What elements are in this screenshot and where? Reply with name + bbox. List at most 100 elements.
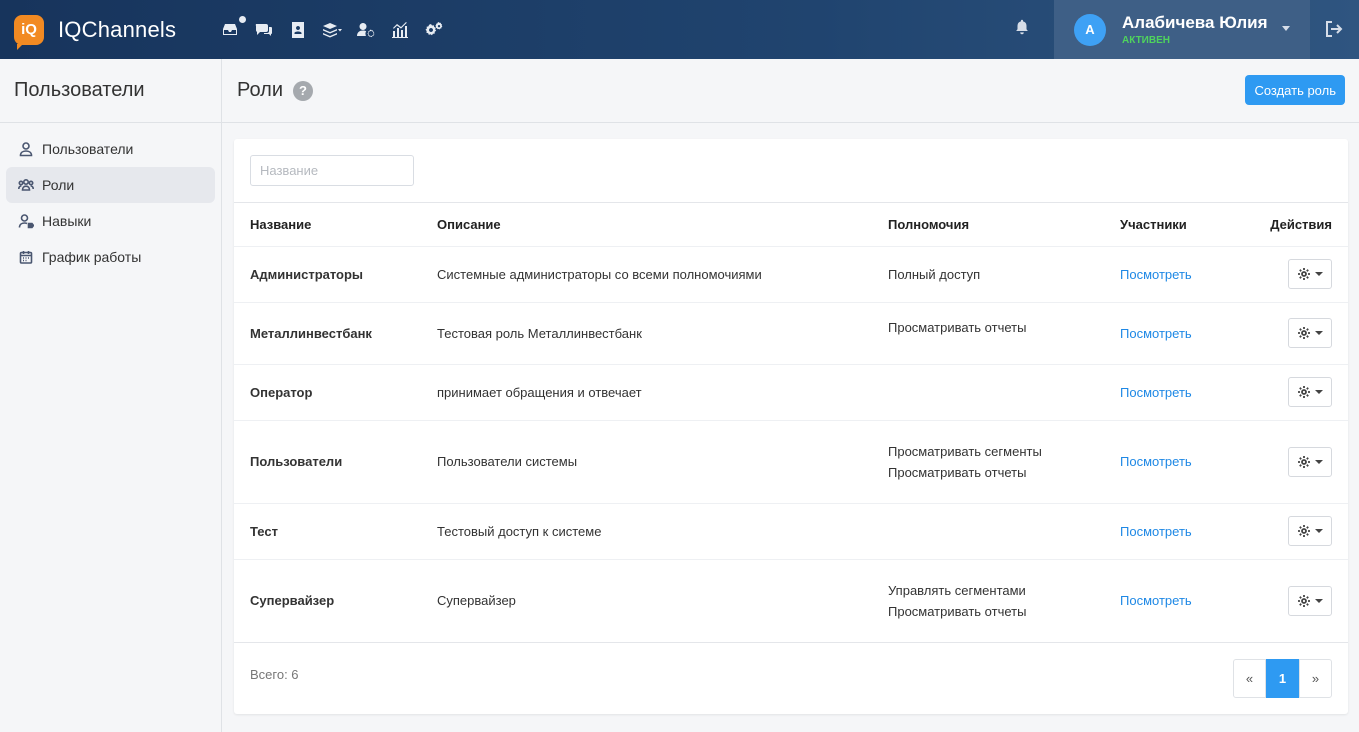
roles-table: Название Описание Полномочия Участники Д…	[234, 203, 1348, 643]
sidebar-item-roles[interactable]: Роли	[6, 167, 215, 203]
permission: Просматривать отчеты	[888, 319, 1027, 335]
pagination-prev[interactable]: «	[1233, 659, 1266, 698]
role-description: Тестовый доступ к системе	[421, 503, 872, 560]
column-description[interactable]: Описание	[421, 203, 872, 247]
analytics-icon[interactable]	[390, 20, 410, 40]
table-row: Супервайзер Супервайзер Управлять сегмен…	[234, 559, 1348, 643]
calendar-icon	[19, 251, 33, 264]
table-row: Оператор принимает обращения и отвечает …	[234, 364, 1348, 421]
view-members-link[interactable]: Посмотреть	[1120, 267, 1192, 282]
row-actions-button[interactable]	[1288, 516, 1332, 546]
sidebar: Пользователи Пользователи Роли Навыки Гр…	[0, 59, 222, 732]
chevron-down-icon	[1315, 272, 1323, 276]
users-settings-icon[interactable]	[356, 20, 376, 40]
gear-icon	[1298, 594, 1310, 607]
user-menu[interactable]: А Алабичева Юлия АКТИВЕН	[1054, 0, 1310, 59]
pagination: « 1 »	[1233, 659, 1332, 698]
logo-badge: iQ	[14, 14, 44, 50]
column-permissions[interactable]: Полномочия	[872, 203, 1104, 247]
avatar: А	[1074, 13, 1106, 46]
page-title: Роли	[237, 79, 283, 101]
role-name: Тест	[234, 503, 421, 560]
view-members-link[interactable]: Посмотреть	[1120, 524, 1192, 539]
permission: Полный доступ	[888, 266, 981, 282]
row-actions-button[interactable]	[1288, 585, 1332, 616]
user-status: АКТИВЕН	[1122, 35, 1170, 46]
gear-icon	[1298, 327, 1310, 339]
role-name: Металлинвестбанк	[234, 302, 421, 365]
app-logo[interactable]: iQ IQChannels	[14, 14, 204, 50]
role-description: Супервайзер	[421, 559, 872, 643]
role-name: Супервайзер	[234, 559, 421, 643]
app-name: IQChannels	[58, 16, 177, 42]
role-description: Тестовая роль Металлинвестбанк	[421, 302, 872, 365]
roles-card: Название Описание Полномочия Участники Д…	[234, 139, 1348, 714]
view-members-link[interactable]: Посмотреть	[1120, 593, 1192, 608]
row-actions-button[interactable]	[1288, 318, 1332, 348]
sidebar-item-label: График работы	[42, 249, 142, 265]
role-name: Пользователи	[234, 420, 421, 504]
table-footer: Всего: 6 « 1 »	[234, 642, 1348, 714]
view-members-link[interactable]: Посмотреть	[1120, 385, 1192, 400]
column-name[interactable]: Название	[234, 203, 421, 247]
group-icon	[18, 178, 34, 191]
sidebar-item-label: Роли	[42, 177, 75, 193]
row-actions-button[interactable]	[1288, 377, 1332, 407]
logout-icon[interactable]	[1324, 19, 1346, 41]
notification-dot	[239, 15, 246, 23]
notifications-bell-icon[interactable]	[1013, 18, 1033, 38]
search-input[interactable]	[250, 155, 414, 186]
chevron-down-icon	[1315, 390, 1323, 394]
view-members-link[interactable]: Посмотреть	[1120, 454, 1192, 469]
role-description: Системные администраторы со всеми полном…	[421, 246, 872, 303]
top-bar: iQ IQChannels А Алабичева Юлия АКТИВЕН	[0, 0, 1359, 59]
contacts-icon[interactable]	[288, 20, 308, 40]
page-header: Роли ? Создать роль	[222, 59, 1359, 123]
gear-icon	[1298, 268, 1310, 280]
sidebar-title: Пользователи	[0, 59, 221, 123]
role-permissions: Полный доступ	[872, 246, 1104, 303]
sidebar-item-users[interactable]: Пользователи	[6, 131, 215, 167]
user-tag-icon	[18, 214, 34, 229]
row-actions-button[interactable]	[1288, 446, 1332, 477]
settings-icon[interactable]	[424, 20, 444, 40]
gear-icon	[1298, 525, 1310, 537]
layers-icon[interactable]	[322, 20, 342, 40]
column-members[interactable]: Участники	[1104, 203, 1234, 247]
sidebar-item-label: Навыки	[42, 213, 92, 229]
total-count: Всего: 6	[250, 667, 299, 682]
create-role-button[interactable]: Создать роль	[1245, 75, 1345, 105]
role-permissions: Управлять сегментами Просматривать отчеты	[872, 559, 1104, 643]
sidebar-item-skills[interactable]: Навыки	[6, 203, 215, 239]
chevron-down-icon	[1315, 331, 1323, 335]
pagination-page-1[interactable]: 1	[1266, 659, 1299, 698]
gear-icon	[1298, 386, 1310, 398]
chevron-down-icon	[1282, 26, 1290, 31]
help-icon[interactable]: ?	[293, 80, 313, 101]
role-permissions: Просматривать сегменты Просматривать отче…	[872, 420, 1104, 504]
role-description: принимает обращения и отвечает	[421, 364, 872, 421]
sidebar-item-schedule[interactable]: График работы	[6, 239, 215, 275]
table-row: Администраторы Системные администраторы …	[234, 246, 1348, 303]
role-name: Администраторы	[234, 246, 421, 303]
chevron-down-icon	[1315, 598, 1323, 603]
permission: Просматривать отчеты	[888, 603, 1027, 619]
table-row: Тест Тестовый доступ к системе Посмотрет…	[234, 503, 1348, 560]
role-permissions	[872, 503, 1104, 560]
role-permissions	[872, 364, 1104, 421]
permission: Просматривать сегменты	[888, 443, 1042, 459]
role-description: Пользователи системы	[421, 420, 872, 504]
role-permissions: Просматривать отчеты	[872, 302, 1104, 365]
permission: Просматривать отчеты	[888, 464, 1027, 480]
table-header: Название Описание Полномочия Участники Д…	[234, 203, 1348, 247]
gear-icon	[1298, 455, 1310, 468]
user-icon	[19, 142, 33, 157]
role-name: Оператор	[234, 364, 421, 421]
view-members-link[interactable]: Посмотреть	[1120, 326, 1192, 341]
main-nav	[220, 15, 458, 40]
chats-icon[interactable]	[254, 20, 274, 40]
inbox-icon[interactable]	[220, 15, 246, 40]
row-actions-button[interactable]	[1288, 259, 1332, 289]
pagination-next[interactable]: »	[1299, 659, 1332, 698]
table-row: Металлинвестбанк Тестовая роль Металлинв…	[234, 302, 1348, 365]
